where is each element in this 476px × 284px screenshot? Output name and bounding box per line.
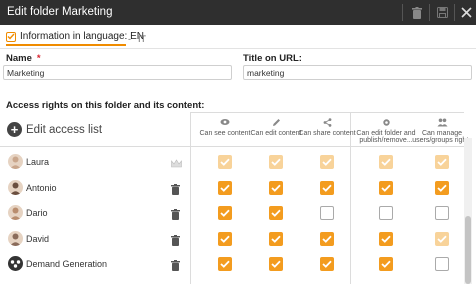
right-checkbox[interactable] bbox=[320, 206, 334, 220]
check-icon bbox=[6, 31, 16, 42]
right-checkbox[interactable] bbox=[269, 206, 283, 220]
titlebar-separator bbox=[429, 4, 430, 21]
right-checkbox bbox=[269, 155, 283, 169]
right-checkbox[interactable] bbox=[379, 257, 393, 271]
remove-user-button[interactable] bbox=[171, 207, 180, 225]
name-label: Name * bbox=[6, 53, 41, 64]
header-top-border bbox=[190, 112, 464, 113]
scrollbar-thumb[interactable] bbox=[465, 216, 471, 284]
column-header-label: Can see content bbox=[199, 130, 251, 137]
column-header-label: Can manage users/groups rights bbox=[412, 130, 472, 145]
language-bar: Information in language: EN - IT bbox=[0, 25, 476, 49]
user-name: Demand Generation bbox=[26, 259, 108, 269]
right-checkbox bbox=[435, 155, 449, 169]
column-header-label: Can edit folder and publish/remove... bbox=[356, 130, 416, 145]
right-checkbox[interactable] bbox=[379, 180, 393, 195]
column-header-3: Can edit folder and publish/remove... bbox=[356, 118, 416, 145]
language-tab-en[interactable]: Information in language: EN bbox=[6, 31, 144, 42]
right-checkbox[interactable] bbox=[218, 231, 232, 246]
titlebar-separator bbox=[454, 4, 455, 21]
header-bottom-border bbox=[0, 146, 464, 147]
user-name: Laura bbox=[26, 157, 50, 167]
trash-icon bbox=[171, 260, 180, 271]
name-field[interactable]: Marketing bbox=[3, 65, 232, 80]
right-checkbox[interactable] bbox=[320, 257, 334, 271]
edit-access-list-label: Edit access list bbox=[26, 123, 103, 136]
window-title: Edit folder Marketing bbox=[7, 6, 113, 18]
column-header-2: Can share content bbox=[297, 118, 357, 137]
right-checkbox[interactable] bbox=[379, 231, 393, 246]
url-field[interactable]: marketing bbox=[243, 65, 472, 80]
column-header-4: Can manage users/groups rights bbox=[412, 118, 472, 145]
access-row: Demand Generation bbox=[0, 252, 464, 276]
language-separator: - bbox=[128, 34, 131, 44]
language-tab-label: Information in language: EN bbox=[20, 31, 144, 42]
access-row: David bbox=[0, 227, 464, 251]
url-label: Title on URL: bbox=[243, 53, 302, 64]
user-name: David bbox=[26, 233, 50, 244]
right-checkbox[interactable] bbox=[320, 180, 334, 195]
right-checkbox[interactable] bbox=[435, 206, 449, 220]
column-header-label: Can share content bbox=[298, 130, 356, 137]
right-checkbox bbox=[379, 155, 393, 169]
users-icon bbox=[412, 118, 472, 129]
share-icon bbox=[297, 118, 357, 129]
right-checkbox[interactable] bbox=[269, 257, 283, 271]
active-tab-underline bbox=[6, 44, 126, 46]
right-checkbox[interactable] bbox=[218, 206, 232, 220]
right-checkbox[interactable] bbox=[435, 180, 449, 195]
user-name: Dario bbox=[26, 208, 48, 218]
trash-icon bbox=[171, 183, 180, 195]
access-row: Laura bbox=[0, 150, 464, 174]
user-name: Antonio bbox=[26, 182, 57, 193]
right-checkbox[interactable] bbox=[218, 257, 232, 271]
right-checkbox[interactable] bbox=[320, 231, 334, 246]
window-titlebar: Edit folder Marketing bbox=[0, 0, 476, 25]
avatar bbox=[8, 230, 23, 246]
name-label-text: Name bbox=[6, 53, 32, 64]
trash-icon bbox=[171, 234, 180, 246]
access-row: Antonio bbox=[0, 176, 464, 200]
access-section-title: Access rights on this folder and its con… bbox=[6, 100, 205, 111]
save-icon bbox=[436, 7, 448, 18]
remove-user-button[interactable] bbox=[171, 182, 180, 200]
edit-access-list-button[interactable]: + Edit access list bbox=[7, 122, 102, 137]
close-button[interactable] bbox=[456, 0, 476, 25]
access-row: Dario bbox=[0, 201, 464, 225]
column-header-label: Can edit content bbox=[250, 130, 302, 137]
right-checkbox bbox=[218, 155, 232, 169]
language-tab-it[interactable]: IT bbox=[138, 34, 146, 44]
right-checkbox[interactable] bbox=[269, 231, 283, 246]
right-checkbox[interactable] bbox=[435, 257, 449, 271]
avatar bbox=[8, 205, 23, 220]
gear-icon bbox=[356, 118, 416, 129]
right-checkbox[interactable] bbox=[269, 180, 283, 195]
plus-icon: + bbox=[7, 122, 22, 137]
trash-icon bbox=[412, 6, 422, 19]
remove-user-button[interactable] bbox=[171, 258, 180, 276]
titlebar-separator bbox=[402, 4, 403, 21]
remove-user-button[interactable] bbox=[171, 233, 180, 251]
delete-folder-button[interactable] bbox=[406, 0, 428, 25]
avatar bbox=[8, 154, 23, 169]
crown-icon bbox=[171, 156, 182, 174]
group-avatar bbox=[8, 256, 23, 271]
required-mark: * bbox=[36, 53, 41, 64]
right-checkbox bbox=[435, 231, 449, 246]
right-checkbox bbox=[320, 155, 334, 169]
right-checkbox[interactable] bbox=[218, 180, 232, 195]
right-checkbox[interactable] bbox=[379, 206, 393, 220]
trash-icon bbox=[171, 209, 180, 220]
avatar bbox=[8, 179, 23, 195]
close-icon bbox=[460, 7, 472, 18]
save-button[interactable] bbox=[431, 0, 453, 25]
